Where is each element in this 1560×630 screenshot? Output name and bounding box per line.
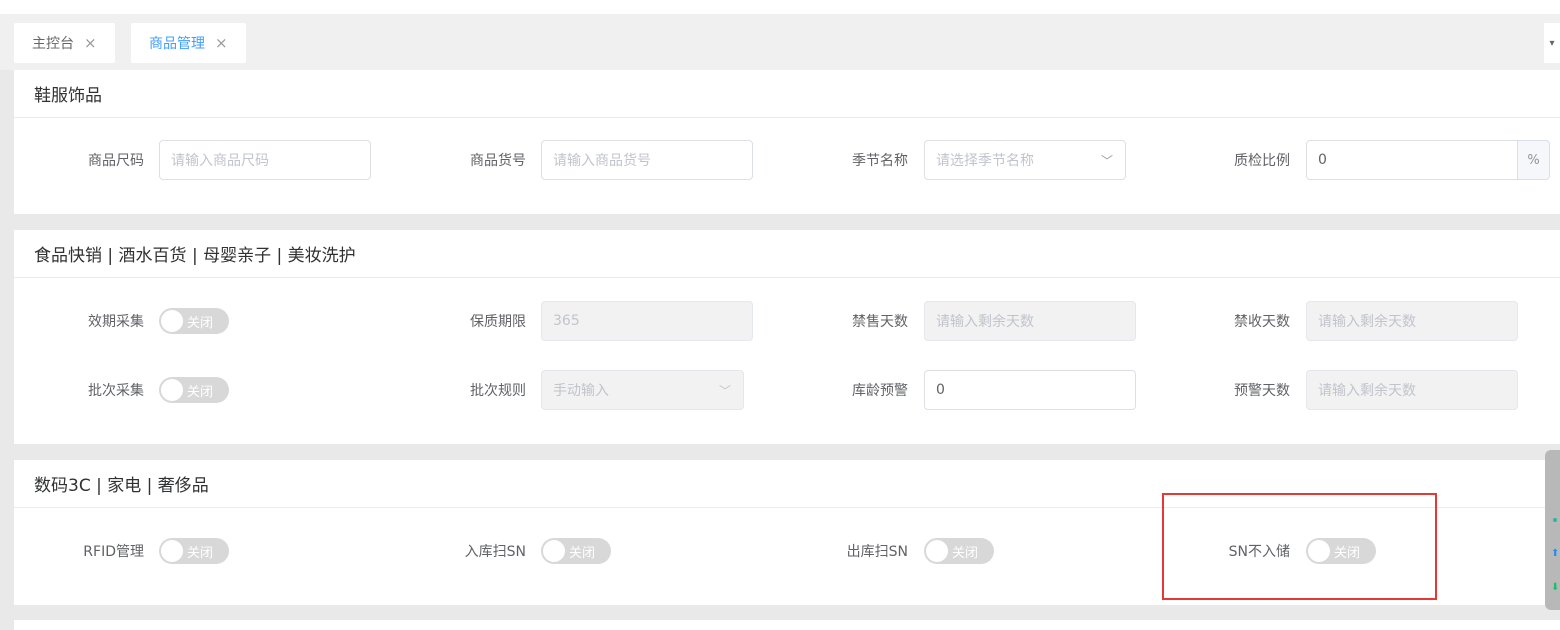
tab-product-management-label: 商品管理 [149, 36, 205, 52]
season-label: 季节名称 [852, 153, 908, 169]
floating-toolbar-handle[interactable]: ⬆ ⬇ [1545, 450, 1560, 610]
batch-collect-switch[interactable]: 关闭 [159, 377, 229, 403]
switch-knob [543, 540, 565, 562]
chevron-down-icon: ﹀ [718, 384, 731, 398]
noreceive-days-label: 禁收天数 [1234, 314, 1290, 330]
switch-knob [161, 540, 183, 562]
switch-text: 关闭 [187, 315, 214, 331]
shelf-life-label: 保质期限 [470, 314, 526, 330]
switch-knob [161, 310, 183, 332]
qc-label: 质检比例 [1234, 153, 1290, 169]
next-section [14, 620, 1560, 630]
inbound-sn-switch[interactable]: 关闭 [541, 538, 611, 564]
itemno-input[interactable]: 请输入商品货号 [541, 140, 753, 180]
section-title: 鞋服饰品 [14, 70, 1560, 118]
shelf-life-input: 365 [541, 301, 753, 341]
size-label: 商品尺码 [88, 153, 144, 169]
expiry-switch[interactable]: 关闭 [159, 308, 229, 334]
arrow-down-icon[interactable]: ⬇ [1551, 582, 1559, 593]
tab-product-management[interactable]: 商品管理 × [131, 23, 246, 63]
section-title: 食品快销 | 酒水百货 | 母婴亲子 | 美妆洗护 [14, 230, 1560, 278]
top-header-bar [0, 0, 1560, 14]
switch-text: 关闭 [187, 545, 214, 561]
outbound-sn-switch[interactable]: 关闭 [924, 538, 994, 564]
annotation-highlight-box [1162, 493, 1437, 600]
close-icon[interactable]: × [84, 34, 97, 52]
noreceive-days-input: 请输入剩余天数 [1306, 301, 1518, 341]
batch-rule-select: 手动输入 ﹀ [541, 370, 744, 410]
tab-bar: 主控台 × 商品管理 × ▾ [0, 14, 1560, 70]
rfid-label: RFID管理 [83, 544, 144, 560]
percent-append: % [1518, 140, 1550, 180]
qc-ratio-input[interactable]: 0 [1306, 140, 1518, 180]
itemno-label: 商品货号 [470, 153, 526, 169]
warn-days-label: 预警天数 [1234, 383, 1290, 399]
stock-age-input[interactable]: 0 [924, 370, 1136, 410]
size-input[interactable]: 请输入商品尺码 [159, 140, 371, 180]
close-icon[interactable]: × [215, 34, 228, 52]
arrow-up-icon[interactable]: ⬆ [1551, 548, 1559, 559]
stock-age-label: 库龄预警 [852, 383, 908, 399]
batch-rule-value: 手动输入 [553, 383, 609, 399]
switch-text: 关闭 [569, 545, 596, 561]
dot-icon [1553, 518, 1557, 522]
outbound-sn-label: 出库扫SN [846, 544, 908, 560]
switch-knob [926, 540, 948, 562]
batch-rule-label: 批次规则 [470, 383, 526, 399]
nosale-days-label: 禁售天数 [852, 314, 908, 330]
warn-days-input: 请输入剩余天数 [1306, 370, 1518, 410]
inbound-sn-label: 入库扫SN [464, 544, 526, 560]
season-select[interactable]: 请选择季节名称 ﹀ [924, 140, 1126, 180]
chevron-down-icon: ﹀ [1100, 154, 1113, 168]
nosale-days-input: 请输入剩余天数 [924, 301, 1136, 341]
tab-dashboard[interactable]: 主控台 × [14, 23, 115, 63]
tab-menu-chevron-icon[interactable]: ▾ [1544, 23, 1560, 63]
switch-text: 关闭 [187, 384, 214, 400]
tab-dashboard-label: 主控台 [32, 36, 74, 52]
batch-collect-label: 批次采集 [88, 383, 144, 399]
rfid-switch[interactable]: 关闭 [159, 538, 229, 564]
season-select-placeholder: 请选择季节名称 [936, 153, 1034, 169]
expiry-label: 效期采集 [88, 314, 144, 330]
switch-text: 关闭 [952, 545, 979, 561]
switch-knob [161, 379, 183, 401]
